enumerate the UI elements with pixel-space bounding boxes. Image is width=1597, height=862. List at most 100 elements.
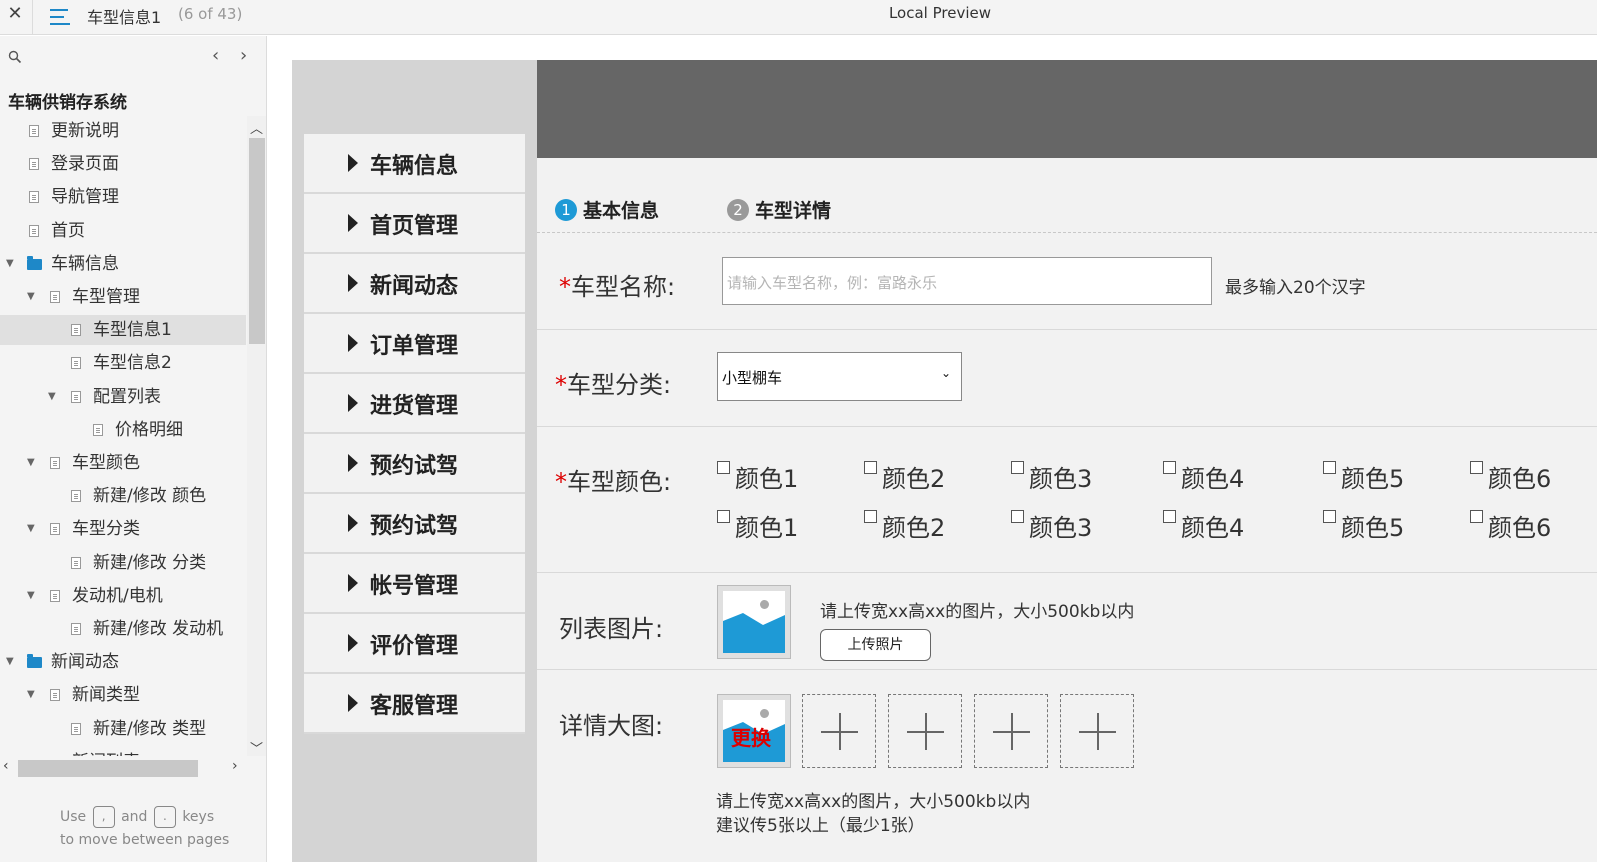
previous-page-chevron-icon[interactable]: ‹: [212, 45, 219, 66]
page-icon: [71, 623, 81, 635]
detail-image-note-2: 建议传5张以上（最少1张）: [716, 816, 925, 836]
color-option-label: 颜色5: [1341, 465, 1405, 493]
caret-right-icon: [348, 514, 358, 532]
color-option-label: 颜色5: [1341, 514, 1405, 542]
checkbox-icon[interactable]: [1470, 461, 1483, 474]
scrollbar-thumb[interactable]: [249, 138, 265, 344]
step-model-details[interactable]: 2 车型详情: [727, 196, 831, 223]
sitemap-page-item[interactable]: 车型信息2: [0, 348, 246, 378]
proto-menu-item[interactable]: 预约试驾: [304, 494, 525, 554]
project-title: 车辆供销存系统: [8, 93, 127, 113]
add-image-plus-icon[interactable]: [974, 694, 1048, 768]
checkbox-icon[interactable]: [864, 510, 877, 523]
sitemap-page-item[interactable]: 登录页面: [0, 149, 246, 179]
proto-nav-menu: 车辆信息 首页管理 新闻动态 订单管理 进货管理 预约试驾 预约试驾 帐号管理 评价管理 客服管理: [304, 134, 525, 734]
sitemap-page-item[interactable]: 更新说明: [0, 116, 246, 146]
list-image-label: 列表图片:: [559, 615, 664, 643]
proto-menu-item[interactable]: 车辆信息: [304, 134, 525, 194]
sitemap-page-item[interactable]: 新建/修改 分类: [0, 548, 246, 578]
folder-icon: [27, 255, 42, 270]
scroll-right-icon[interactable]: ›: [232, 758, 238, 774]
expand-arrow-icon[interactable]: ▼: [6, 249, 16, 279]
expand-arrow-icon[interactable]: ▼: [27, 514, 37, 544]
expand-arrow-icon[interactable]: ▼: [27, 282, 37, 312]
step-basic-info[interactable]: 1 基本信息: [555, 196, 659, 223]
sitemap-page-item[interactable]: ▼ 配置列表: [0, 382, 246, 412]
color-option-label: 颜色4: [1181, 465, 1245, 493]
proto-menu-item[interactable]: 订单管理: [304, 314, 525, 374]
upload-photo-button[interactable]: 上传照片: [820, 629, 931, 661]
expand-arrow-icon[interactable]: ▼: [48, 382, 58, 412]
sitemap-page-item[interactable]: 首页: [0, 216, 246, 246]
sitemap-page-item[interactable]: ▼ 车型颜色: [0, 448, 246, 478]
proto-menu-item[interactable]: 评价管理: [304, 614, 525, 674]
expand-arrow-icon[interactable]: ▼: [27, 680, 37, 710]
scroll-up-icon[interactable]: ︿: [250, 118, 263, 137]
step-indicator: 1 基本信息 2 车型详情: [537, 158, 1597, 233]
sitemap-page-item[interactable]: 价格明细: [0, 415, 246, 445]
add-image-plus-icon[interactable]: [1060, 694, 1134, 768]
form-row-category: *车型分类: 小型棚车 ⌄: [537, 330, 1597, 427]
caret-right-icon: [348, 394, 358, 412]
sitemap-folder[interactable]: ▼ 车辆信息: [0, 249, 246, 279]
sitemap-folder[interactable]: ▼ 新闻动态: [0, 647, 246, 677]
expand-arrow-icon[interactable]: ▼: [6, 647, 16, 677]
add-image-plus-icon[interactable]: [888, 694, 962, 768]
page-icon: [29, 191, 39, 204]
sitemap-page-item[interactable]: ▼ 发动机/电机: [0, 581, 246, 611]
checkbox-icon[interactable]: [1163, 461, 1176, 474]
sitemap-page-item[interactable]: ▼ 车型管理: [0, 282, 246, 312]
scroll-down-icon[interactable]: ﹀: [250, 738, 263, 757]
category-select[interactable]: 小型棚车 ⌄: [717, 352, 962, 401]
caret-right-icon: [348, 214, 358, 232]
prototype-canvas: 车辆信息 首页管理 新闻动态 订单管理 进货管理 预约试驾 预约试驾 帐号管理 评价管理 客服管理…: [292, 60, 1597, 862]
search-icon[interactable]: [8, 50, 22, 64]
proto-menu-item[interactable]: 首页管理: [304, 194, 525, 254]
form-row-colors: *车型颜色: 颜色1 颜色2 颜色3 颜色4 颜色5 颜色6 颜色1 颜色2 颜色3 颜色4 颜色5…: [537, 427, 1597, 573]
sitemap-page-item[interactable]: 新建/修改 发动机: [0, 614, 246, 644]
add-image-plus-icon[interactable]: [802, 694, 876, 768]
checkbox-icon[interactable]: [1163, 510, 1176, 523]
checkbox-icon[interactable]: [717, 510, 730, 523]
checkbox-icon[interactable]: [1011, 510, 1024, 523]
sitemap-page-item[interactable]: 车型信息1: [0, 315, 246, 346]
sitemap-page-item[interactable]: 新建/修改 类型: [0, 714, 246, 744]
color-option-label: 颜色6: [1488, 465, 1552, 493]
checkbox-icon[interactable]: [717, 461, 730, 474]
hint-text: and: [121, 809, 148, 825]
checkbox-icon[interactable]: [1470, 510, 1483, 523]
sitemap-page-item[interactable]: 新建/修改 颜色: [0, 481, 246, 511]
image-placeholder-icon: 更换: [723, 700, 785, 762]
sitemap-page-item[interactable]: ▼ 新闻类型: [0, 680, 246, 710]
page-icon: [29, 125, 39, 137]
color-option-label: 颜色2: [882, 465, 946, 493]
sitemap-page-item[interactable]: 新闻列表: [0, 747, 246, 756]
sitemap-page-item[interactable]: ▼ 车型分类: [0, 514, 246, 544]
detail-image-preview[interactable]: 更换: [717, 694, 791, 768]
checkbox-icon[interactable]: [1011, 461, 1024, 474]
expand-arrow-icon[interactable]: ▼: [27, 448, 37, 478]
proto-menu-item[interactable]: 预约试驾: [304, 434, 525, 494]
proto-menu-item[interactable]: 新闻动态: [304, 254, 525, 314]
scroll-left-icon[interactable]: ‹: [3, 758, 9, 774]
proto-menu-label: 预约试驾: [370, 514, 459, 539]
tree-horizontal-scrollbar[interactable]: ‹ ›: [0, 756, 247, 780]
tree-item-label: 首页: [51, 220, 85, 241]
tree-vertical-scrollbar[interactable]: ︿ ﹀: [247, 116, 266, 757]
tree-item-label: 价格明细: [115, 419, 183, 440]
scrollbar-thumb[interactable]: [18, 760, 198, 777]
proto-menu-item[interactable]: 帐号管理: [304, 554, 525, 614]
next-page-chevron-icon[interactable]: ›: [240, 45, 247, 66]
tree-item-label: 新建/修改 分类: [93, 552, 207, 573]
replace-image-label: 更换: [731, 726, 771, 750]
model-name-input[interactable]: 请输入车型名称，例：富路永乐: [722, 257, 1212, 305]
proto-menu-item[interactable]: 客服管理: [304, 674, 525, 734]
expand-arrow-icon[interactable]: ▼: [27, 581, 37, 611]
checkbox-icon[interactable]: [1323, 461, 1336, 474]
step-number: 1: [555, 199, 577, 221]
checkbox-icon[interactable]: [864, 461, 877, 474]
sitemap-page-item[interactable]: 导航管理: [0, 182, 246, 212]
page-icon: [50, 291, 60, 303]
proto-menu-item[interactable]: 进货管理: [304, 374, 525, 434]
checkbox-icon[interactable]: [1323, 510, 1336, 523]
